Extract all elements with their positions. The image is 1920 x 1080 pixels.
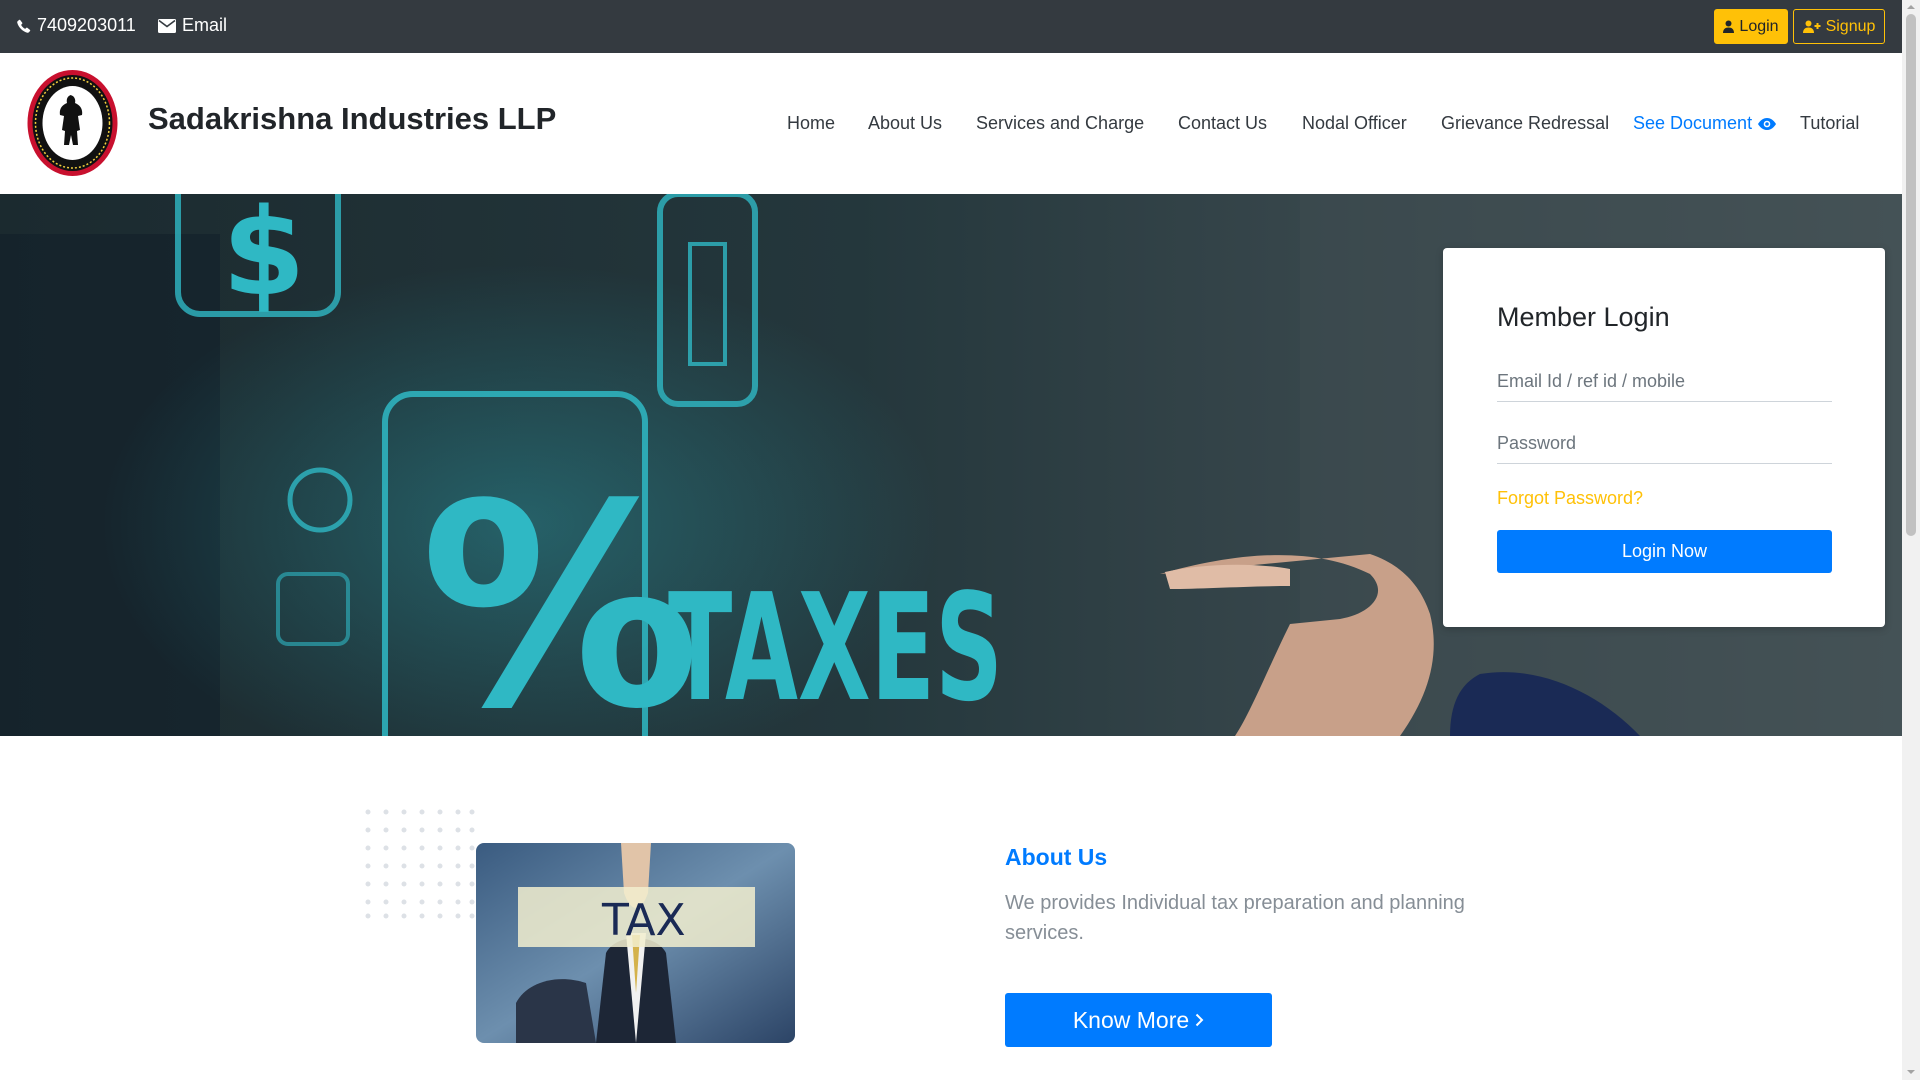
- about-us-title: About Us: [1005, 844, 1108, 870]
- signup-button-label: Signup: [1825, 17, 1876, 35]
- login-title: Member Login: [1497, 302, 1670, 332]
- email-input[interactable]: [1497, 362, 1832, 402]
- eye-icon: [1758, 117, 1777, 130]
- user-plus-icon: [1802, 20, 1821, 33]
- user-icon: [1723, 20, 1735, 33]
- login-button[interactable]: Login: [1714, 9, 1788, 44]
- vertical-scrollbar[interactable]: [1902, 0, 1920, 1080]
- email-contact[interactable]: Email: [158, 15, 227, 36]
- nav-nodal-officer[interactable]: Nodal Officer: [1302, 113, 1407, 134]
- scroll-up-arrow-icon[interactable]: [1906, 2, 1916, 12]
- nav-contact-us[interactable]: Contact Us: [1178, 113, 1267, 134]
- phone-contact[interactable]: 7409203011: [17, 15, 136, 36]
- brand-name: Sadakrishna Industries LLP: [148, 101, 557, 136]
- about-image-tax-text: TAX: [601, 895, 686, 946]
- about-tax-image: TAX: [476, 843, 795, 1043]
- nav-grievance-redressal[interactable]: Grievance Redressal: [1441, 113, 1609, 134]
- nav-about-us[interactable]: About Us: [868, 113, 942, 134]
- forgot-password-link[interactable]: Forgot Password?: [1497, 488, 1643, 509]
- member-login-card: Member Login Forgot Password? Login Now: [1443, 248, 1885, 627]
- email-label: Email: [182, 15, 228, 35]
- site-header: Sadakrishna Industries LLP Home About Us…: [0, 53, 1902, 194]
- phone-icon: [17, 19, 31, 33]
- nav-services-and-charge[interactable]: Services and Charge: [976, 113, 1144, 134]
- percent-symbol: %: [420, 445, 701, 736]
- decorative-dots: [365, 809, 475, 919]
- envelope-icon: [158, 18, 176, 33]
- signup-button[interactable]: Signup: [1793, 9, 1885, 44]
- scroll-thumb[interactable]: [1906, 14, 1916, 536]
- know-more-label: Know More: [1072, 1006, 1190, 1033]
- login-now-button[interactable]: Login Now: [1497, 530, 1832, 573]
- chevron-right-icon: [1195, 1013, 1204, 1027]
- about-us-text: We provides Individual tax preparation a…: [1005, 892, 1465, 944]
- phone-number: 7409203011: [37, 15, 136, 35]
- company-logo[interactable]: [26, 69, 119, 177]
- scroll-down-arrow-icon[interactable]: [1906, 1067, 1916, 1077]
- password-input[interactable]: [1497, 424, 1832, 464]
- nav-see-document-label: See Document: [1633, 113, 1753, 133]
- nav-tutorial[interactable]: Tutorial: [1800, 113, 1859, 134]
- dollar-symbol: $: [222, 194, 306, 323]
- login-button-label: Login: [1739, 17, 1779, 35]
- nav-home[interactable]: Home: [787, 113, 835, 134]
- nav-see-document[interactable]: See Document: [1633, 113, 1777, 134]
- hero-taxes-text: TAXES: [668, 562, 1003, 734]
- top-bar: 7409203011 Email Login Signup: [0, 0, 1902, 53]
- know-more-button[interactable]: Know More: [1005, 993, 1272, 1047]
